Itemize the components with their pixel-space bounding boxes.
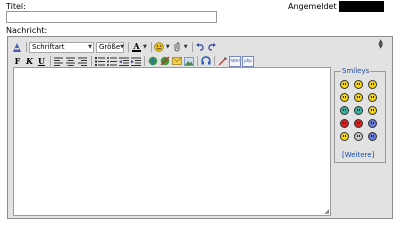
chevron-down-icon[interactable]: ▼ — [166, 44, 170, 50]
smiley-icon[interactable] — [354, 93, 363, 102]
unordered-list-icon[interactable] — [106, 56, 117, 67]
username-redacted — [339, 1, 384, 12]
message-textarea[interactable]: ◢ — [13, 67, 331, 216]
toolbar-separator — [150, 42, 152, 52]
toolbar-separator — [214, 56, 215, 66]
toolbar-row-1: Schriftart ▼ Größe ▼ A ▼ ▼ ▼ — [12, 40, 219, 54]
font-family-select-value: Schriftart — [32, 43, 65, 51]
redo-icon[interactable] — [207, 42, 218, 53]
unlink-icon[interactable] — [159, 56, 170, 67]
italic-button[interactable]: K — [24, 56, 35, 67]
font-size-select-value: Größe — [99, 43, 121, 51]
chevron-down-icon: ▼ — [88, 44, 92, 50]
ordered-list-icon[interactable] — [94, 56, 105, 67]
resize-grip-icon[interactable]: ◢ — [324, 208, 329, 215]
smiley-icon[interactable] — [340, 106, 349, 115]
bold-button[interactable]: F — [12, 56, 23, 67]
smiley-icon[interactable] — [354, 132, 363, 141]
image-icon[interactable] — [183, 56, 194, 67]
outdent-icon[interactable] — [118, 56, 129, 67]
source-mode-icon[interactable] — [12, 42, 23, 53]
smiley-icon[interactable] — [368, 106, 377, 115]
align-right-icon[interactable] — [77, 56, 88, 67]
toolbar-separator — [91, 56, 92, 66]
toolbar-separator — [144, 56, 145, 66]
chevron-down-icon[interactable]: ▼ — [184, 44, 188, 50]
attachment-icon[interactable] — [172, 42, 183, 53]
smiley-icon[interactable] — [354, 106, 363, 115]
emoticon-icon[interactable] — [154, 42, 165, 53]
php-code-button[interactable]: php — [242, 55, 254, 67]
smileys-legend: Smileys — [341, 67, 371, 75]
toolbar-separator — [128, 42, 129, 52]
font-size-select[interactable]: Größe ▼ — [96, 41, 125, 53]
smiley-icon[interactable] — [368, 93, 377, 102]
smiley-icon[interactable] — [368, 80, 377, 89]
title-input[interactable] — [6, 11, 217, 23]
toolbar-separator — [26, 42, 27, 52]
toolbar-separator — [191, 42, 193, 52]
collapse-toolbar-icon[interactable]: ▲ ▼ — [378, 39, 383, 50]
text-color-button[interactable]: A — [131, 42, 142, 53]
code-icon[interactable] — [217, 56, 228, 67]
align-left-icon[interactable] — [53, 56, 64, 67]
toolbar-separator — [50, 56, 51, 66]
smiley-icon[interactable] — [340, 132, 349, 141]
underline-button[interactable]: U — [36, 56, 47, 67]
chevron-down-icon: ▼ — [120, 44, 125, 50]
html-code-button[interactable]: html — [229, 55, 241, 67]
text-color-bar — [132, 50, 141, 52]
smiley-icon[interactable] — [354, 80, 363, 89]
smiley-icon[interactable] — [340, 80, 349, 89]
smileys-panel: Smileys [Weitere] — [334, 67, 386, 163]
smiley-icon[interactable] — [368, 119, 377, 128]
smiley-icon[interactable] — [340, 119, 349, 128]
font-family-select[interactable]: Schriftart ▼ — [29, 41, 94, 53]
toolbar-row-2: F K U html php — [12, 54, 255, 68]
align-center-icon[interactable] — [65, 56, 76, 67]
message-label: Nachricht: — [6, 26, 48, 35]
rich-text-editor: Schriftart ▼ Größe ▼ A ▼ ▼ ▼ ▲ ▼ F K U h… — [7, 36, 393, 219]
text-color-icon: A — [133, 41, 140, 51]
link-icon[interactable] — [147, 56, 158, 67]
quote-icon[interactable] — [200, 56, 211, 67]
more-smileys-link[interactable]: [Weitere] — [342, 151, 374, 159]
email-icon[interactable] — [171, 56, 182, 67]
smiley-icon[interactable] — [340, 93, 349, 102]
chevron-down-icon[interactable]: ▼ — [143, 44, 147, 50]
title-label: Titel: — [6, 2, 26, 11]
smiley-icon[interactable] — [368, 132, 377, 141]
toolbar-separator — [197, 56, 198, 66]
indent-icon[interactable] — [130, 56, 141, 67]
smiley-icon[interactable] — [354, 119, 363, 128]
undo-icon[interactable] — [195, 42, 206, 53]
smiley-grid — [340, 80, 377, 141]
